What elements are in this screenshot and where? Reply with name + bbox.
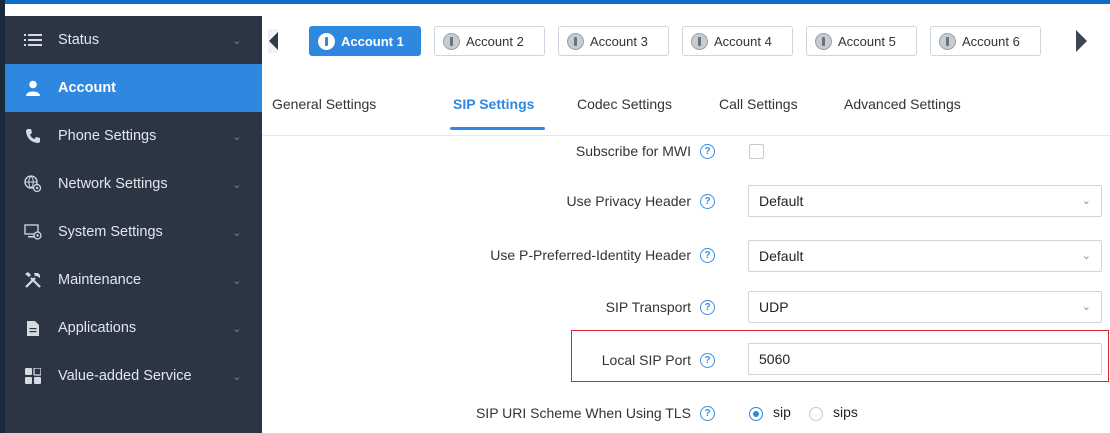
sip-transport-select[interactable]: UDP ⌄ (748, 291, 1102, 323)
sidebar-item-label: Maintenance (58, 272, 142, 288)
sip-transport-label: SIP Transport (605, 299, 691, 315)
chevron-down-icon: ⌄ (232, 274, 242, 287)
caret-left-icon (268, 32, 278, 50)
account-icon (815, 32, 832, 50)
tab-account-1[interactable]: Account 1 (309, 26, 421, 56)
form-row-label: SIP URI Scheme When Using TLS ? (275, 403, 715, 423)
grid-icon (22, 368, 44, 384)
sidebar-item-label: System Settings (58, 224, 163, 240)
scroll-right-button[interactable] (1069, 29, 1093, 53)
sidebar-item-status[interactable]: Status ⌄ (5, 16, 262, 64)
privacy-header-label: Use Privacy Header (566, 193, 692, 209)
sidebar-item-label: Value-added Service (58, 368, 192, 384)
form-row-label: Subscribe for MWI ? (275, 141, 715, 161)
account-tab-bar: Account 1 Account 2 Account 3 Account 4 … (262, 16, 1110, 78)
person-icon (22, 80, 44, 96)
tab-account-3[interactable]: Account 3 (558, 26, 669, 56)
tab-label: Account 6 (962, 33, 1020, 49)
chevron-down-icon: ⌄ (1081, 250, 1091, 262)
sidebar-item-maintenance[interactable]: Maintenance ⌄ (5, 256, 262, 304)
help-icon[interactable]: ? (700, 299, 715, 315)
monitor-gear-icon (22, 224, 44, 240)
ppi-header-label: Use P-Preferred-Identity Header (490, 247, 691, 263)
phone-icon (22, 128, 44, 144)
chevron-down-icon: ⌄ (1081, 301, 1091, 313)
subscribe-mwi-label: Subscribe for MWI (575, 143, 691, 159)
network-gear-icon (22, 175, 44, 193)
form-row-label: SIP Transport ? (275, 297, 715, 317)
sidebar-item-system-settings[interactable]: System Settings ⌄ (5, 208, 262, 256)
tab-sip-settings[interactable]: SIP Settings (453, 96, 534, 112)
form-row-label: Use P-Preferred-Identity Header ? (275, 245, 715, 265)
tab-account-5[interactable]: Account 5 (806, 26, 917, 56)
help-icon[interactable]: ? (700, 193, 715, 209)
select-value: Default (759, 248, 804, 264)
tab-account-2[interactable]: Account 2 (434, 26, 545, 56)
subscribe-mwi-checkbox[interactable] (749, 144, 764, 159)
settings-tabs: General Settings SIP Settings Codec Sett… (262, 78, 1110, 136)
caret-right-icon (1075, 30, 1087, 52)
tab-codec-settings[interactable]: Codec Settings (577, 96, 672, 112)
select-value: Default (759, 193, 804, 209)
uri-scheme-sip-radio[interactable] (749, 407, 763, 421)
chevron-down-icon: ⌄ (232, 178, 242, 191)
sidebar-item-account[interactable]: Account (5, 64, 262, 112)
account-icon (443, 32, 460, 50)
tab-label: Account 4 (714, 33, 772, 49)
tab-account-6[interactable]: Account 6 (930, 26, 1041, 56)
sip-settings-form: Subscribe for MWI ? Use Privacy Header ?… (275, 136, 1110, 433)
uri-scheme-sips-radio[interactable] (809, 407, 823, 421)
uri-scheme-label: SIP URI Scheme When Using TLS (475, 405, 691, 421)
form-row-label: Local SIP Port ? (275, 350, 715, 370)
chevron-down-icon: ⌄ (232, 322, 242, 335)
help-icon[interactable]: ? (700, 143, 715, 159)
privacy-header-select[interactable]: Default ⌄ (748, 185, 1102, 217)
sidebar-item-label: Status (58, 32, 100, 48)
radio-label-sips: sips (833, 404, 858, 420)
account-icon (567, 32, 584, 50)
tab-advanced-settings[interactable]: Advanced Settings (844, 96, 961, 112)
tab-label: Account 5 (838, 33, 896, 49)
sidebar-item-network-settings[interactable]: Network Settings ⌄ (5, 160, 262, 208)
local-sip-port-input[interactable]: 5060 (748, 343, 1102, 375)
tools-icon (22, 271, 44, 289)
tab-label: Account 3 (590, 33, 648, 49)
list-icon (22, 33, 44, 47)
local-sip-port-label: Local SIP Port (601, 352, 691, 368)
account-icon (318, 32, 335, 50)
sidebar-item-applications[interactable]: Applications ⌄ (5, 304, 262, 352)
chevron-down-icon: ⌄ (232, 130, 242, 143)
chevron-down-icon: ⌄ (232, 226, 242, 239)
sidebar-item-value-added-service[interactable]: Value-added Service ⌄ (5, 352, 262, 400)
form-row-label: Use Privacy Header ? (275, 191, 715, 211)
chevron-down-icon: ⌄ (232, 34, 242, 47)
help-icon[interactable]: ? (700, 352, 715, 368)
document-icon (22, 320, 44, 337)
input-value: 5060 (759, 351, 791, 367)
sidebar-item-label: Account (58, 80, 116, 96)
tab-label: Account 1 (341, 33, 404, 49)
sidebar-item-label: Applications (58, 320, 137, 336)
scroll-left-button[interactable] (268, 29, 278, 53)
tab-account-4[interactable]: Account 4 (682, 26, 793, 56)
ppi-header-select[interactable]: Default ⌄ (748, 240, 1102, 272)
window-top-border (0, 0, 1110, 4)
sidebar-item-label: Network Settings (58, 176, 168, 192)
chevron-down-icon: ⌄ (232, 370, 242, 383)
tab-call-settings[interactable]: Call Settings (719, 96, 798, 112)
help-icon[interactable]: ? (700, 247, 715, 263)
account-icon (691, 32, 708, 50)
help-icon[interactable]: ? (700, 405, 715, 421)
tab-label: Account 2 (466, 33, 524, 49)
sidebar-item-label: Phone Settings (58, 128, 157, 144)
sidebar: Status ⌄ Account Phone Settings ⌄ Networ… (5, 16, 262, 433)
tab-general-settings[interactable]: General Settings (272, 96, 376, 112)
sidebar-item-phone-settings[interactable]: Phone Settings ⌄ (5, 112, 262, 160)
select-value: UDP (759, 299, 789, 315)
radio-label-sip: sip (773, 404, 791, 420)
chevron-down-icon: ⌄ (1081, 195, 1091, 207)
account-icon (939, 32, 956, 50)
active-tab-indicator (450, 127, 545, 130)
